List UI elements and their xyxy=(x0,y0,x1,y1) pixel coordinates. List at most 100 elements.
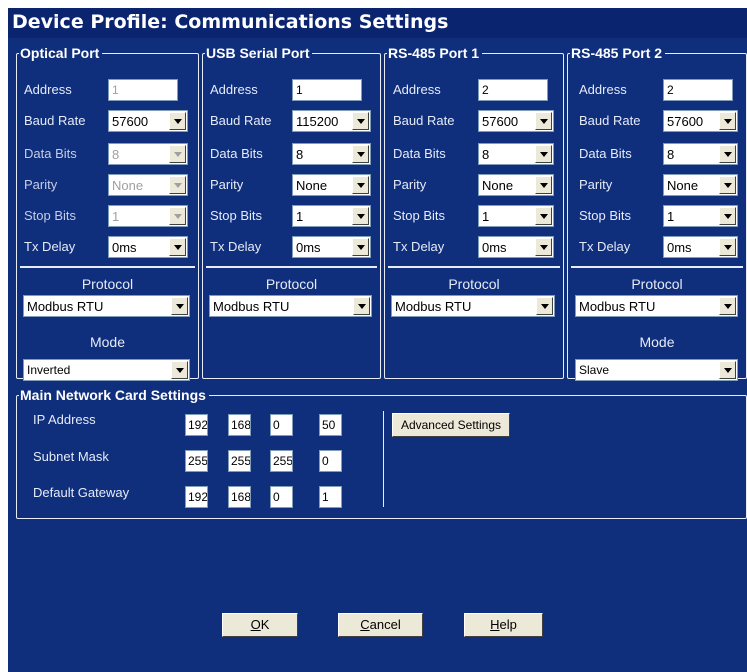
ok-button[interactable]: OK xyxy=(222,613,298,637)
gateway-octet-2[interactable]: 168 xyxy=(228,486,251,508)
rs485-2-baud-rate-select[interactable]: 57600 xyxy=(663,110,738,132)
chevron-down-icon[interactable] xyxy=(169,238,186,256)
optical-stop-bits-select[interactable]: 1 xyxy=(108,205,188,227)
optical-tx-delay-select[interactable]: 0ms xyxy=(108,236,188,258)
chevron-down-icon[interactable] xyxy=(352,145,369,163)
divider xyxy=(20,266,195,268)
ip-octet-1[interactable]: 192 xyxy=(185,414,208,436)
rs485-port-2-title: RS-485 Port 2 xyxy=(570,45,666,61)
baud-rate-label: Baud Rate xyxy=(24,113,86,128)
chevron-down-icon[interactable] xyxy=(169,112,186,130)
network-settings-title: Main Network Card Settings xyxy=(19,387,209,403)
chevron-down-icon[interactable] xyxy=(719,176,736,194)
rs485-2-stop-bits-select[interactable]: 1 xyxy=(663,205,738,227)
usb-address-field[interactable]: 1 xyxy=(292,79,362,101)
address-label: Address xyxy=(579,82,627,97)
chevron-down-icon[interactable] xyxy=(719,361,736,379)
rs485-2-parity-select[interactable]: None xyxy=(663,174,738,196)
stop-bits-label: Stop Bits xyxy=(24,208,77,223)
chevron-down-icon[interactable] xyxy=(352,176,369,194)
optical-address-field[interactable]: 1 xyxy=(108,79,178,101)
ip-octet-4[interactable]: 50 xyxy=(319,414,342,436)
chevron-down-icon[interactable] xyxy=(535,112,552,130)
rs485-1-tx-delay-select[interactable]: 0ms xyxy=(478,236,554,258)
usb-baud-rate-select[interactable]: 115200 xyxy=(292,110,371,132)
usb-protocol-select[interactable]: Modbus RTU xyxy=(209,295,372,317)
subnet-octet-2[interactable]: 255 xyxy=(228,450,251,472)
subnet-mask-label: Subnet Mask xyxy=(33,449,109,464)
chevron-down-icon[interactable] xyxy=(352,207,369,225)
optical-parity-select[interactable]: None xyxy=(108,174,188,196)
rs485-1-baud-rate-select[interactable]: 57600 xyxy=(478,110,554,132)
chevron-down-icon[interactable] xyxy=(535,207,552,225)
help-button[interactable]: Help xyxy=(464,613,543,637)
chevron-down-icon[interactable] xyxy=(719,145,736,163)
usb-parity-select[interactable]: None xyxy=(292,174,371,196)
tx-delay-label: Tx Delay xyxy=(210,239,262,254)
ip-address-label: IP Address xyxy=(33,412,96,427)
chevron-down-icon[interactable] xyxy=(171,361,188,379)
rs485-2-tx-delay-select[interactable]: 0ms xyxy=(663,236,738,258)
chevron-down-icon[interactable] xyxy=(171,297,188,315)
rs485-2-protocol-select[interactable]: Modbus RTU xyxy=(575,295,738,317)
cancel-button[interactable]: Cancel xyxy=(338,613,423,637)
subnet-octet-1[interactable]: 255 xyxy=(185,450,208,472)
chevron-down-icon[interactable] xyxy=(719,112,736,130)
usb-data-bits-select[interactable]: 8 xyxy=(292,143,371,165)
chevron-down-icon[interactable] xyxy=(535,176,552,194)
chevron-down-icon[interactable] xyxy=(536,297,553,315)
optical-protocol-select[interactable]: Modbus RTU xyxy=(23,295,190,317)
rs485-1-data-bits-select[interactable]: 8 xyxy=(478,143,554,165)
optical-mode-select[interactable]: Inverted xyxy=(23,359,190,381)
chevron-down-icon[interactable] xyxy=(719,297,736,315)
optical-port-group: Optical Port Address 1 Baud Rate 57600 D… xyxy=(16,45,199,381)
chevron-down-icon[interactable] xyxy=(169,176,186,194)
divider xyxy=(571,266,743,268)
chevron-down-icon[interactable] xyxy=(352,238,369,256)
optical-data-bits-select[interactable]: 8 xyxy=(108,143,188,165)
chevron-down-icon[interactable] xyxy=(352,112,369,130)
rs485-2-address-field[interactable]: 2 xyxy=(663,79,733,101)
tx-delay-label: Tx Delay xyxy=(579,239,631,254)
mode-label: Mode xyxy=(639,334,675,350)
chevron-down-icon[interactable] xyxy=(169,145,186,163)
advanced-settings-button[interactable]: Advanced Settings xyxy=(392,413,510,437)
subnet-octet-4[interactable]: 0 xyxy=(319,450,342,472)
rs485-1-parity-select[interactable]: None xyxy=(478,174,554,196)
subnet-octet-3[interactable]: 255 xyxy=(270,450,293,472)
ip-octet-2[interactable]: 168 xyxy=(228,414,251,436)
rs485-1-address-field[interactable]: 2 xyxy=(478,79,548,101)
chevron-down-icon[interactable] xyxy=(353,297,370,315)
protocol-label: Protocol xyxy=(631,276,683,292)
gateway-octet-1[interactable]: 192 xyxy=(185,486,208,508)
protocol-label: Protocol xyxy=(265,276,318,292)
optical-baud-rate-select[interactable]: 57600 xyxy=(108,110,188,132)
usb-serial-port-title: USB Serial Port xyxy=(205,45,313,61)
chevron-down-icon[interactable] xyxy=(719,207,736,225)
tx-delay-label: Tx Delay xyxy=(24,239,76,254)
baud-rate-label: Baud Rate xyxy=(393,113,455,128)
rs485-port-1-group: RS-485 Port 1 Address 2 Baud Rate 57600 … xyxy=(384,45,564,379)
chevron-down-icon[interactable] xyxy=(535,145,552,163)
data-bits-label: Data Bits xyxy=(24,146,77,161)
gateway-octet-3[interactable]: 0 xyxy=(270,486,293,508)
chevron-down-icon[interactable] xyxy=(169,207,186,225)
chevron-down-icon[interactable] xyxy=(719,238,736,256)
window-title: Device Profile: Communications Settings xyxy=(8,8,747,38)
divider xyxy=(383,411,384,507)
rs485-2-mode-select[interactable]: Slave xyxy=(575,359,738,381)
data-bits-label: Data Bits xyxy=(393,146,446,161)
stop-bits-label: Stop Bits xyxy=(393,208,446,223)
rs485-1-protocol-select[interactable]: Modbus RTU xyxy=(391,295,555,317)
parity-label: Parity xyxy=(24,177,58,192)
rs485-port-1-title: RS-485 Port 1 xyxy=(387,45,483,61)
usb-stop-bits-select[interactable]: 1 xyxy=(292,205,371,227)
rs485-1-stop-bits-select[interactable]: 1 xyxy=(478,205,554,227)
rs485-2-data-bits-select[interactable]: 8 xyxy=(663,143,738,165)
gateway-octet-4[interactable]: 1 xyxy=(319,486,342,508)
parity-label: Parity xyxy=(393,177,427,192)
usb-tx-delay-select[interactable]: 0ms xyxy=(292,236,371,258)
chevron-down-icon[interactable] xyxy=(535,238,552,256)
protocol-label: Protocol xyxy=(81,276,134,292)
ip-octet-3[interactable]: 0 xyxy=(270,414,293,436)
